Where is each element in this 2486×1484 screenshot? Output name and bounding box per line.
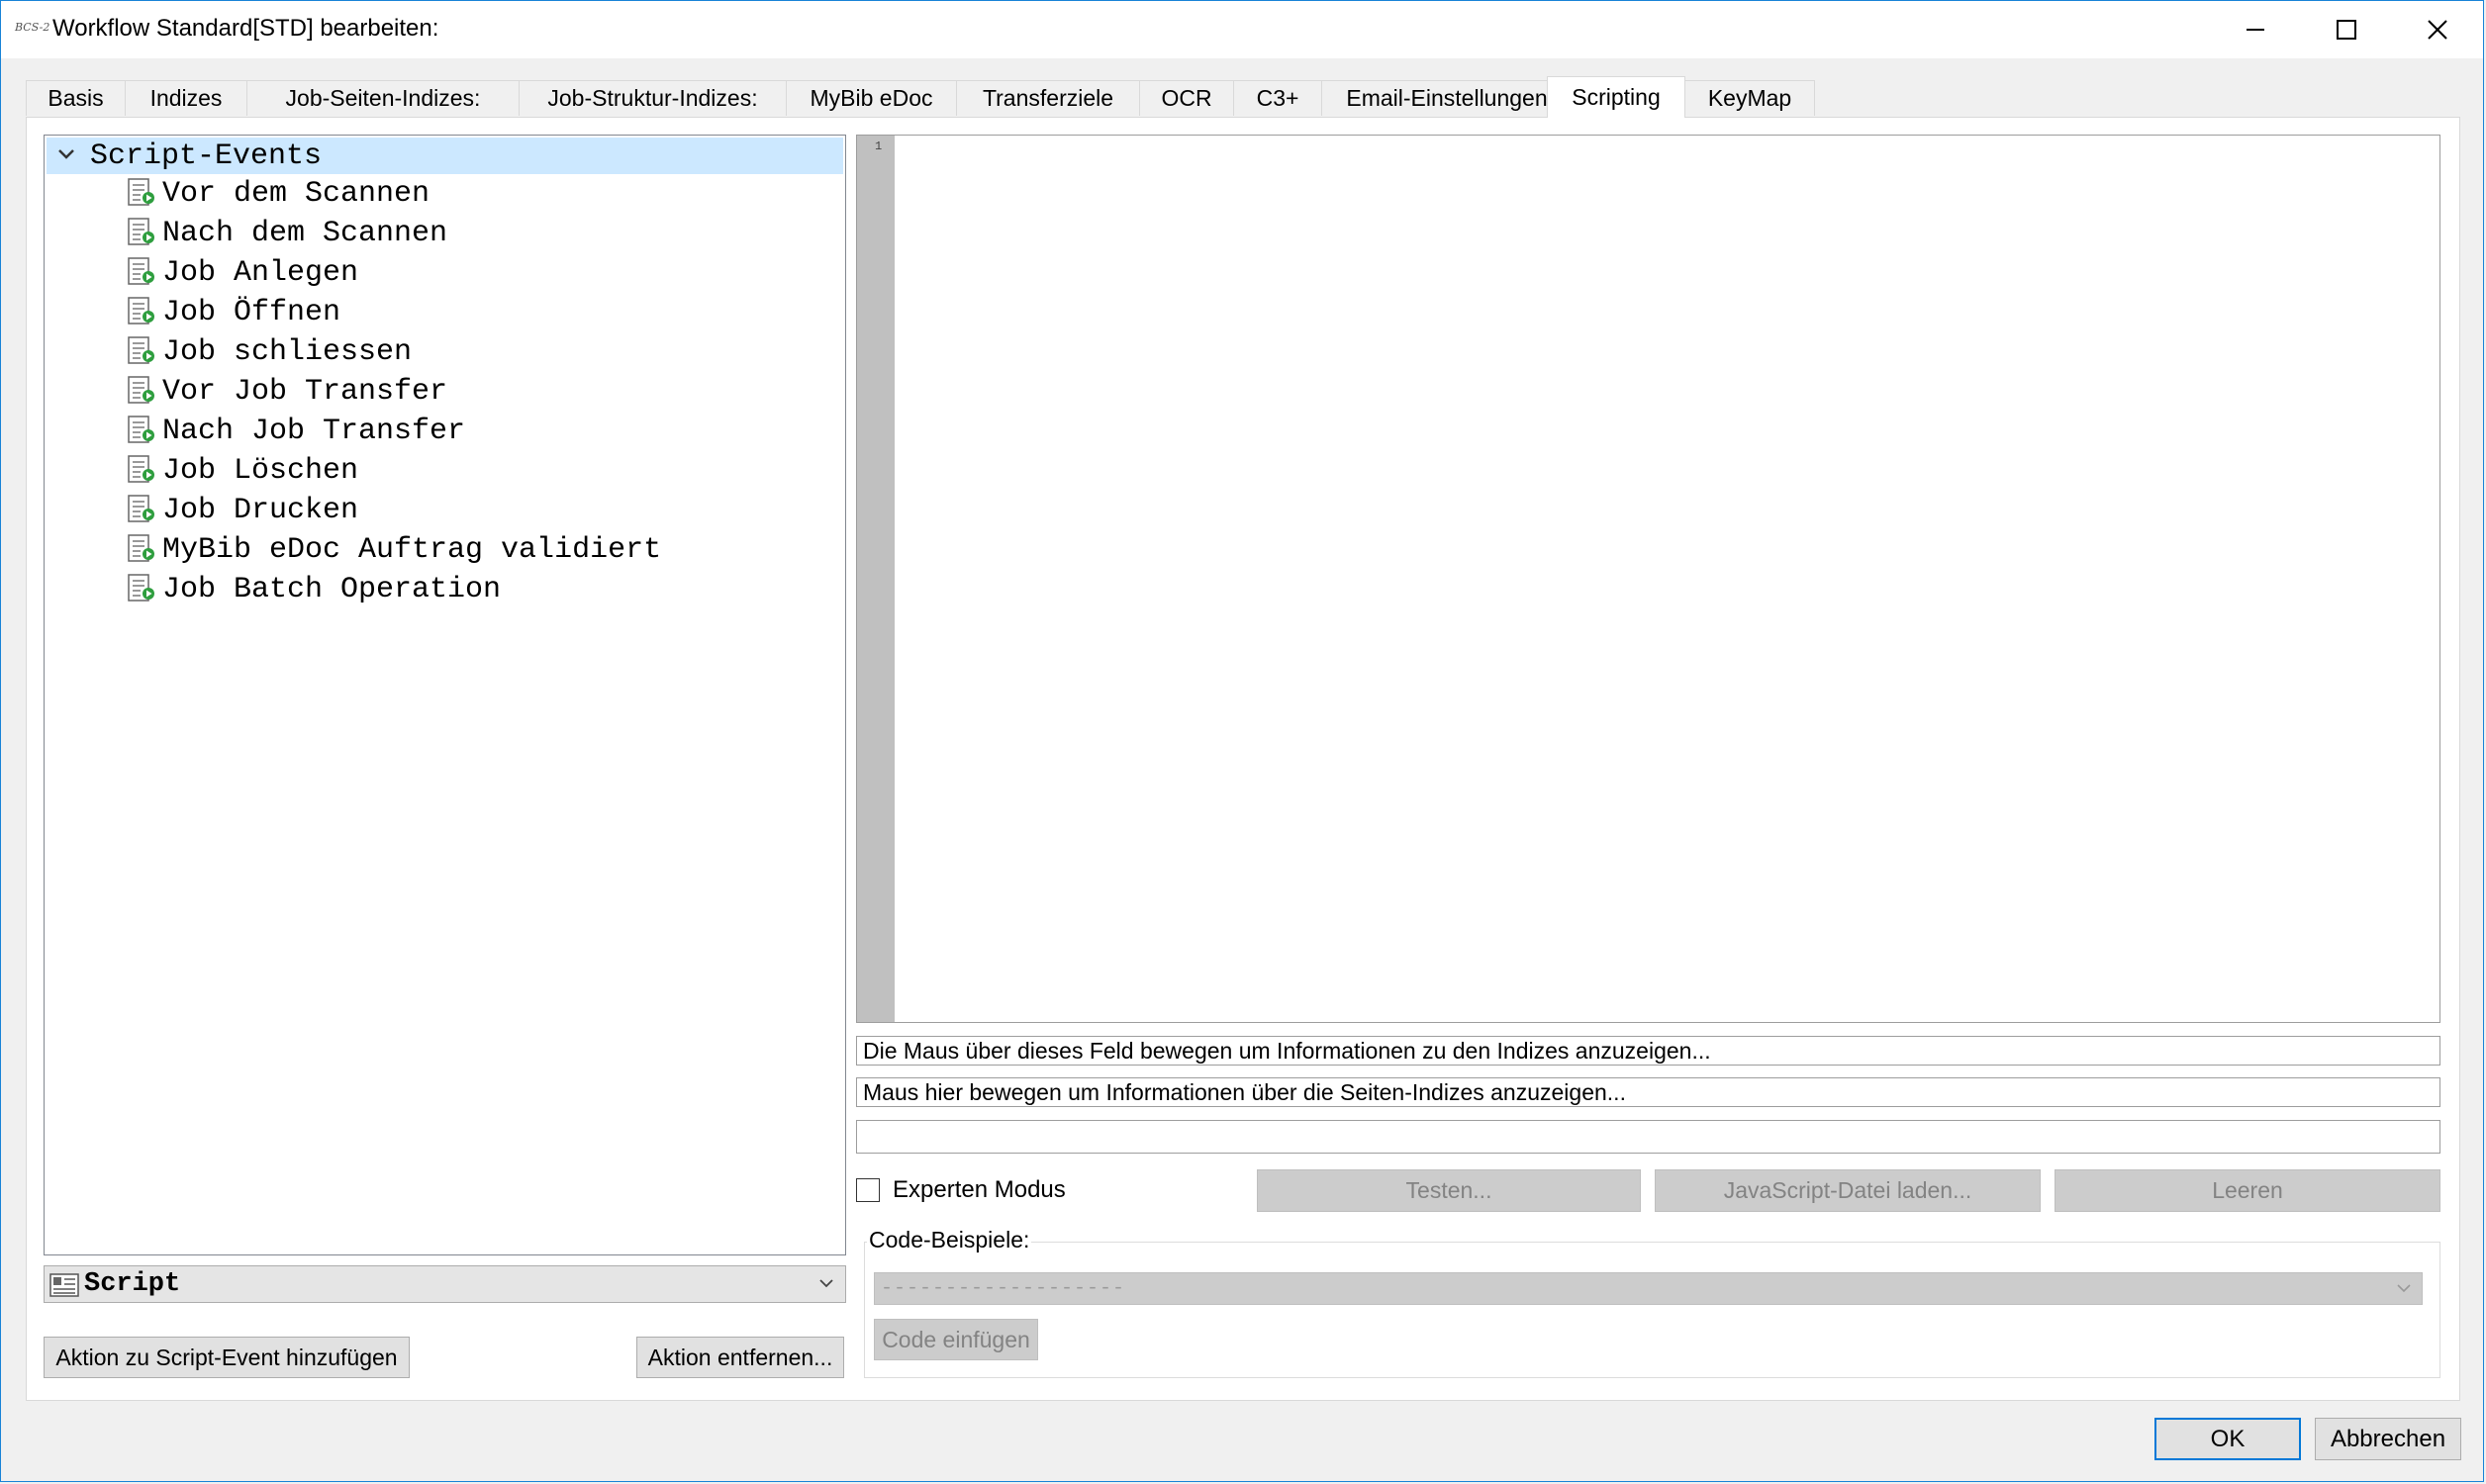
tree-item-label: Job Löschen <box>162 454 359 488</box>
ok-button[interactable]: OK <box>2154 1418 2301 1460</box>
page-indices-info-field[interactable]: Maus hier bewegen um Informationen über … <box>856 1077 2440 1107</box>
tree-item-label: Job Anlegen <box>162 256 359 290</box>
window-title: Workflow Standard[STD] bearbeiten: <box>52 15 439 42</box>
tab-keymap[interactable]: KeyMap <box>1684 80 1815 116</box>
script-document-icon <box>128 178 154 206</box>
script-document-icon <box>128 218 154 245</box>
minimize-icon <box>2247 29 2264 31</box>
tree-root-script-events[interactable]: Script-Events <box>47 138 843 174</box>
action-type-value: Script <box>84 1269 181 1299</box>
clear-button[interactable]: Leeren <box>2055 1169 2440 1212</box>
tree-item-label: Job schliessen <box>162 335 413 369</box>
script-document-icon <box>128 336 154 364</box>
script-document-icon <box>128 495 154 522</box>
tab-indizes[interactable]: Indizes <box>125 80 247 116</box>
tree-item-label: Vor Job Transfer <box>162 375 448 409</box>
line-number: 1 <box>875 139 883 153</box>
tree-item-label: Job Öffnen <box>162 296 341 329</box>
chevron-down-icon <box>819 1279 833 1288</box>
remove-action-button[interactable]: Aktion entfernen... <box>636 1337 844 1378</box>
code-examples-value: ------------------- <box>881 1277 1126 1300</box>
script-document-icon <box>128 534 154 562</box>
action-type-select[interactable]: Script <box>44 1265 846 1303</box>
tree-item-label: Nach dem Scannen <box>162 217 448 250</box>
code-examples-group <box>864 1242 2440 1378</box>
tree-item-label: Nach Job Transfer <box>162 415 466 448</box>
tab-scripting[interactable]: Scripting <box>1547 76 1685 118</box>
close-icon <box>2428 20 2447 40</box>
tab-job-seiten-indizes[interactable]: Job-Seiten-Indizes: <box>246 80 520 116</box>
script-type-icon <box>49 1273 79 1297</box>
cancel-button[interactable]: Abbrechen <box>2315 1418 2461 1460</box>
indices-info-field[interactable]: Die Maus über dieses Feld bewegen um Inf… <box>856 1036 2440 1066</box>
tab-job-struktur-indizes[interactable]: Job-Struktur-Indizes: <box>519 80 787 116</box>
minimize-button[interactable] <box>2210 1 2301 58</box>
tab-c3plus[interactable]: C3+ <box>1233 80 1322 116</box>
code-examples-select[interactable]: ------------------- <box>874 1272 2423 1305</box>
code-editor[interactable]: 1 <box>856 135 2440 1023</box>
expert-mode-label[interactable]: Experten Modus <box>893 1175 1066 1205</box>
chevron-down-icon <box>2397 1284 2411 1293</box>
tab-mybib-edoc[interactable]: MyBib eDoc <box>786 80 957 116</box>
title-bar: BCS-2 Workflow Standard[STD] bearbeiten: <box>1 1 2483 58</box>
load-javascript-button[interactable]: JavaScript-Datei laden... <box>1655 1169 2041 1212</box>
tree-item-label: MyBib eDoc Auftrag validiert <box>162 533 662 567</box>
script-document-icon <box>128 455 154 483</box>
script-document-icon <box>128 416 154 443</box>
close-button[interactable] <box>2392 1 2483 58</box>
status-field[interactable] <box>856 1120 2440 1154</box>
test-button[interactable]: Testen... <box>1257 1169 1641 1212</box>
tab-transferziele[interactable]: Transferziele <box>956 80 1140 116</box>
add-action-button[interactable]: Aktion zu Script-Event hinzufügen <box>44 1337 410 1378</box>
maximize-button[interactable] <box>2301 1 2392 58</box>
tab-ocr[interactable]: OCR <box>1139 80 1234 116</box>
line-number-gutter: 1 <box>857 136 895 1022</box>
tree-item-label: Job Batch Operation <box>162 573 502 606</box>
tab-basis[interactable]: Basis <box>26 80 126 116</box>
tree-item-label: Vor dem Scannen <box>162 177 430 211</box>
app-logo: BCS-2 <box>15 21 50 34</box>
code-examples-label: Code-Beispiele: <box>867 1226 1032 1253</box>
expert-mode-checkbox[interactable] <box>856 1178 880 1202</box>
script-document-icon <box>128 376 154 404</box>
tab-email-einstellungen[interactable]: Email-Einstellungen <box>1321 80 1573 116</box>
script-events-tree[interactable]: Script-Events Vor dem Scannen Nach dem Sc… <box>44 135 846 1255</box>
tree-root-label: Script-Events <box>90 139 323 173</box>
insert-code-button[interactable]: Code einfügen <box>874 1319 1038 1360</box>
tree-item-label: Job Drucken <box>162 494 359 527</box>
script-document-icon <box>128 574 154 602</box>
script-document-icon <box>128 257 154 285</box>
chevron-down-icon[interactable] <box>56 147 76 161</box>
dialog-window: BCS-2 Workflow Standard[STD] bearbeiten:… <box>0 0 2484 1482</box>
maximize-icon <box>2337 20 2356 40</box>
script-document-icon <box>128 297 154 325</box>
